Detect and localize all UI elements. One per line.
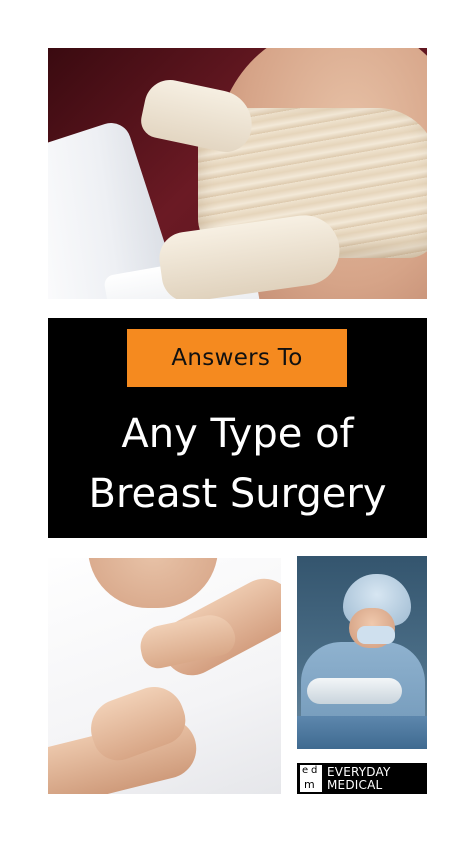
everyday-medical-logo: e d m EVERYDAY MEDICAL: [297, 763, 427, 794]
pin-graphic: Answers To Any Type of Breast Surgery e …: [0, 0, 474, 842]
photo-drape: [297, 716, 427, 749]
bandaged-chest-photo: [48, 48, 427, 299]
photo-gloves: [307, 678, 402, 704]
edm-logo-icon: e d m: [300, 765, 322, 792]
answers-badge: Answers To: [127, 329, 347, 387]
headline-line-2: Breast Surgery: [88, 471, 387, 517]
title-panel: Answers To Any Type of Breast Surgery: [48, 318, 427, 538]
logo-mark-letter: m: [304, 778, 315, 791]
photo-mask: [357, 626, 395, 644]
self-exam-photo: [48, 558, 281, 794]
headline-line-1: Any Type of: [121, 411, 354, 457]
logo-mark-letter: d: [311, 765, 318, 776]
logo-line-2: MEDICAL: [327, 777, 383, 792]
logo-wordmark: EVERYDAY MEDICAL: [327, 764, 391, 792]
logo-line-1: EVERYDAY: [327, 764, 391, 779]
surgeon-photo: [297, 556, 427, 749]
logo-mark-letter: e: [302, 765, 309, 776]
